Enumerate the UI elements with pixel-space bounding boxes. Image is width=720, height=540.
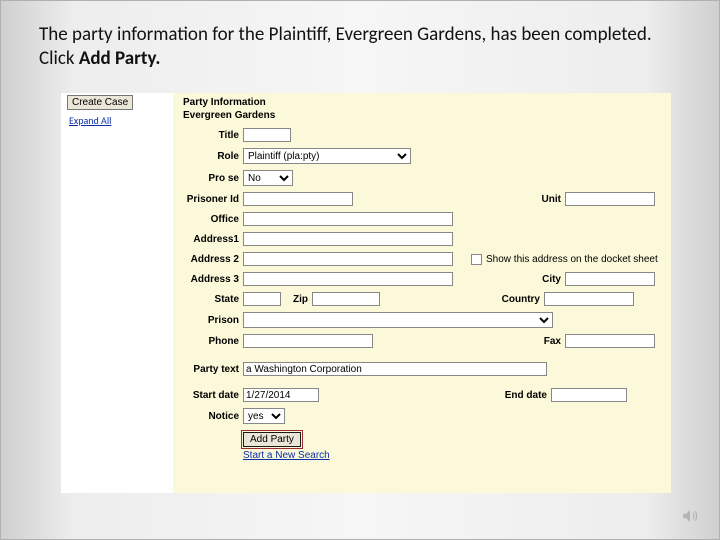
instruction-caption: The party information for the Plaintiff,…: [39, 23, 679, 71]
label-unit: Unit: [517, 194, 565, 205]
unit-field[interactable]: [565, 192, 655, 206]
title-field[interactable]: [243, 128, 291, 142]
notice-select[interactable]: yes: [243, 408, 285, 424]
label-address1: Address1: [183, 234, 243, 245]
label-role: Role: [183, 151, 243, 162]
label-country: Country: [496, 294, 544, 305]
label-end-date: End date: [503, 390, 551, 401]
show-docket-checkbox[interactable]: [471, 254, 482, 265]
label-show-docket: Show this address on the docket sheet: [482, 254, 658, 265]
phone-field[interactable]: [243, 334, 373, 348]
prison-select[interactable]: [243, 312, 553, 328]
label-prose: Pro se: [183, 173, 243, 184]
label-prisoner-id: Prisoner Id: [183, 194, 243, 205]
address1-field[interactable]: [243, 232, 453, 246]
label-address3: Address 3: [183, 274, 243, 285]
city-field[interactable]: [565, 272, 655, 286]
end-date-field[interactable]: [551, 388, 627, 402]
zip-field[interactable]: [312, 292, 380, 306]
state-field[interactable]: [243, 292, 281, 306]
heading-line1: Party Information: [183, 97, 661, 110]
add-party-button[interactable]: Add Party: [243, 432, 301, 447]
label-title: Title: [183, 130, 243, 141]
app-frame: Create Case Expand All Party Information…: [61, 93, 671, 493]
label-city: City: [517, 274, 565, 285]
office-field[interactable]: [243, 212, 453, 226]
form-heading: Party Information Evergreen Gardens: [183, 97, 661, 122]
create-case-button[interactable]: Create Case: [67, 95, 133, 110]
fax-field[interactable]: [565, 334, 655, 348]
label-party-text: Party text: [183, 364, 243, 375]
start-new-search-link[interactable]: Start a New Search: [243, 450, 330, 461]
label-office: Office: [183, 214, 243, 225]
label-zip: Zip: [293, 294, 312, 305]
expand-all-link[interactable]: Expand All: [69, 114, 173, 127]
prisoner-id-field[interactable]: [243, 192, 353, 206]
party-text-field[interactable]: [243, 362, 547, 376]
heading-line2: Evergreen Gardens: [183, 110, 661, 123]
prose-select[interactable]: No: [243, 170, 293, 186]
address2-field[interactable]: [243, 252, 453, 266]
label-start-date: Start date: [183, 390, 243, 401]
address3-field[interactable]: [243, 272, 453, 286]
sidebar: Create Case Expand All: [61, 93, 173, 493]
audio-icon: [679, 507, 701, 525]
start-date-field[interactable]: [243, 388, 319, 402]
label-fax: Fax: [517, 336, 565, 347]
party-form: Party Information Evergreen Gardens Titl…: [173, 93, 671, 493]
role-select[interactable]: Plaintiff (pla:pty): [243, 148, 411, 164]
label-prison: Prison: [183, 315, 243, 326]
label-notice: Notice: [183, 411, 243, 422]
label-address2: Address 2: [183, 254, 243, 265]
label-phone: Phone: [183, 336, 243, 347]
country-field[interactable]: [544, 292, 634, 306]
label-state: State: [183, 294, 243, 305]
caption-bold: Add Party.: [79, 47, 161, 70]
